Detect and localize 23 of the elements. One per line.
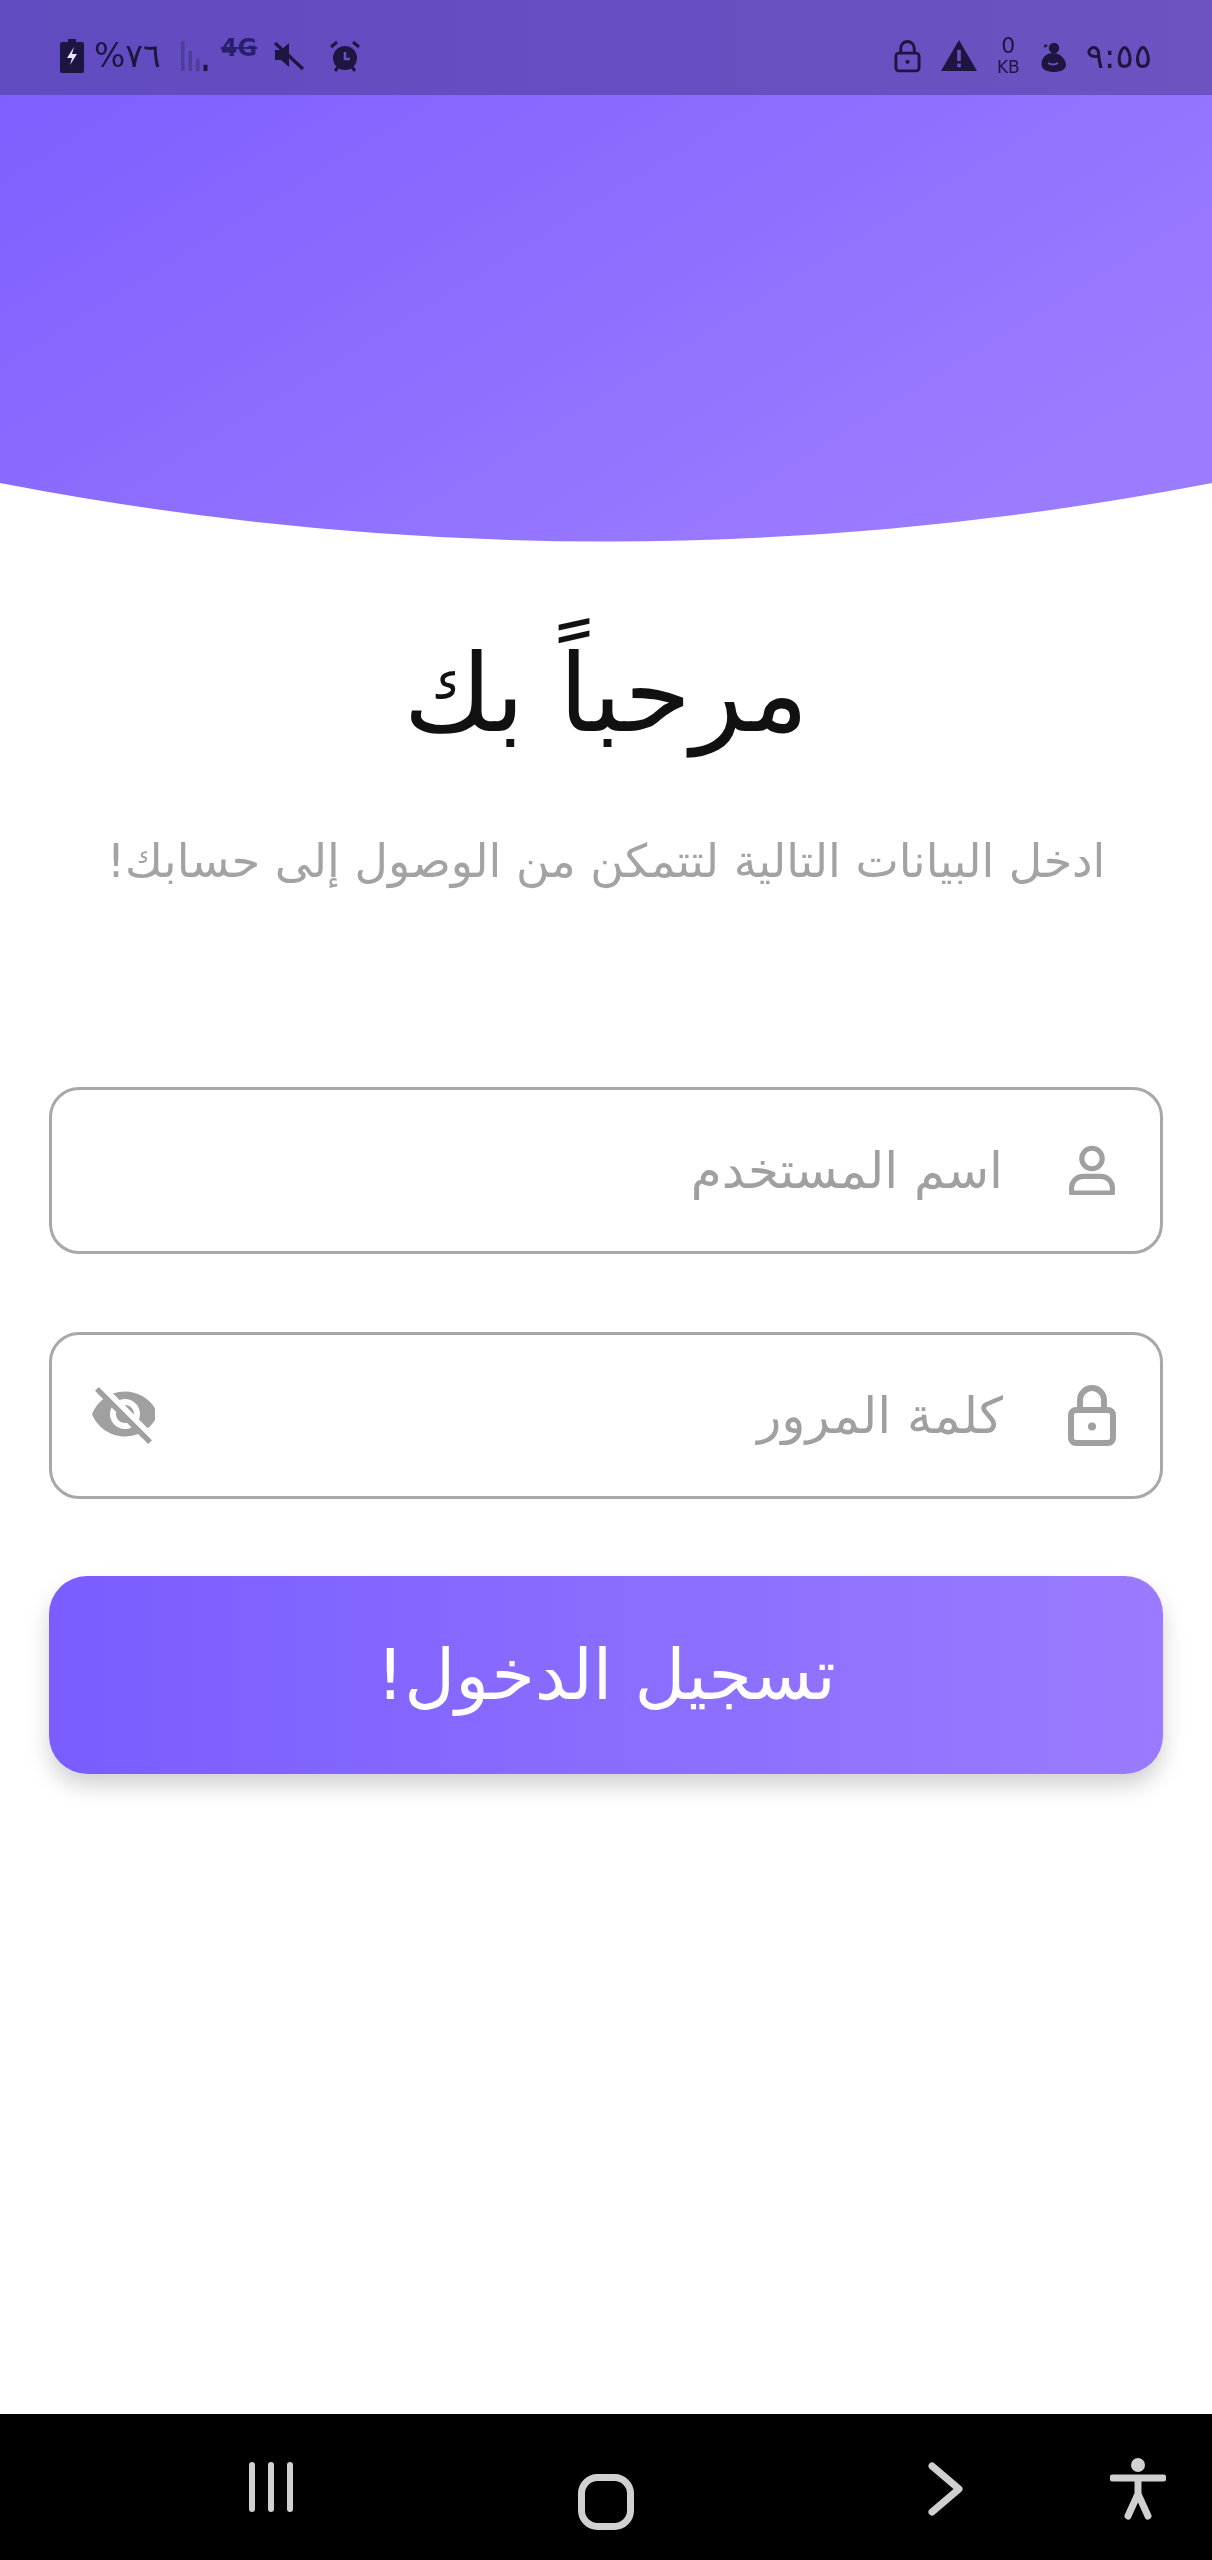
signal-bars-icon [180,40,211,71]
recents-icon[interactable] [247,2462,295,2512]
password-field[interactable]: كلمة المرور [49,1332,1163,1499]
home-icon[interactable] [578,2474,634,2530]
welcome-subtitle: ادخل البيانات التالية لتتمكن من الوصول إلى حسابك! [106,833,1106,891]
mute-icon [273,40,306,71]
lock-icon [1068,1384,1116,1446]
user-icon [1067,1145,1117,1195]
welcome-title: مرحباً بك [403,604,809,784]
data-speed-value: 0 [1001,35,1016,57]
network-type-label: 4G [220,35,258,60]
login-button[interactable]: تسجيل الدخول! [49,1576,1163,1774]
battery-percentage: %٧٦ [94,39,161,72]
battery-charging-icon [60,38,84,73]
eye-off-icon[interactable] [89,1387,155,1444]
clock-time: ٩:٥٥ [1085,38,1152,73]
data-speed-unit: KB [996,59,1020,76]
lock-icon [893,38,921,73]
accessibility-icon[interactable] [1110,2458,1166,2520]
chevron-icon[interactable] [928,2462,964,2516]
username-field[interactable]: اسم المستخدم [49,1087,1163,1254]
warning-icon [940,40,977,71]
alarm-clock-icon [329,39,362,72]
